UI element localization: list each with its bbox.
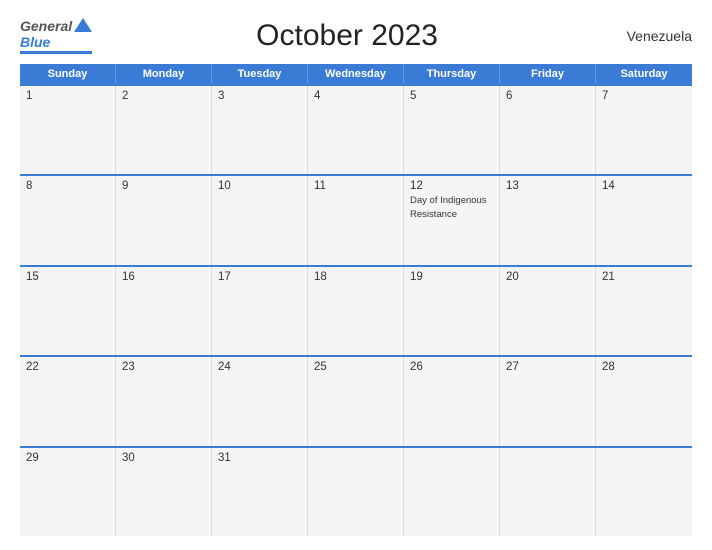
cal-cell-1-2: 2 <box>116 86 212 174</box>
cal-cell-5-7 <box>596 448 692 536</box>
header-wednesday: Wednesday <box>308 64 404 84</box>
week-row-1: 1 2 3 4 5 6 7 <box>20 84 692 174</box>
day-number: 7 <box>602 90 686 102</box>
header: General Blue October 2023 Venezuela <box>20 18 692 54</box>
logo-blue: Blue <box>20 34 50 50</box>
cal-cell-2-2: 9 <box>116 176 212 264</box>
calendar: Sunday Monday Tuesday Wednesday Thursday… <box>20 64 692 536</box>
cal-cell-2-4: 11 <box>308 176 404 264</box>
logo-underline <box>20 51 92 54</box>
event-label: Day of Indigenous Resistance <box>410 195 487 219</box>
week-row-3: 15 16 17 18 19 20 21 <box>20 265 692 355</box>
day-number: 12 <box>410 180 493 192</box>
day-number: 23 <box>122 361 205 373</box>
day-number: 27 <box>506 361 589 373</box>
cal-cell-4-5: 26 <box>404 357 500 445</box>
day-number: 18 <box>314 271 397 283</box>
day-number: 1 <box>26 90 109 102</box>
cal-cell-5-4 <box>308 448 404 536</box>
day-number: 20 <box>506 271 589 283</box>
cal-cell-3-7: 21 <box>596 267 692 355</box>
day-number: 6 <box>506 90 589 102</box>
day-number: 8 <box>26 180 109 192</box>
cal-cell-5-1: 29 <box>20 448 116 536</box>
header-sunday: Sunday <box>20 64 116 84</box>
day-number: 31 <box>218 452 301 464</box>
week-row-5: 29 30 31 <box>20 446 692 536</box>
week-row-4: 22 23 24 25 26 27 28 <box>20 355 692 445</box>
day-number: 28 <box>602 361 686 373</box>
cal-cell-1-3: 3 <box>212 86 308 174</box>
country-label: Venezuela <box>602 28 692 44</box>
cal-cell-1-7: 7 <box>596 86 692 174</box>
day-number: 16 <box>122 271 205 283</box>
day-number: 19 <box>410 271 493 283</box>
cal-cell-3-6: 20 <box>500 267 596 355</box>
calendar-header: Sunday Monday Tuesday Wednesday Thursday… <box>20 64 692 84</box>
day-number: 4 <box>314 90 397 102</box>
cal-cell-3-5: 19 <box>404 267 500 355</box>
cal-cell-4-4: 25 <box>308 357 404 445</box>
month-title: October 2023 <box>92 19 602 53</box>
cal-cell-4-2: 23 <box>116 357 212 445</box>
day-number: 5 <box>410 90 493 102</box>
cal-cell-3-1: 15 <box>20 267 116 355</box>
cal-cell-3-3: 17 <box>212 267 308 355</box>
day-number: 15 <box>26 271 109 283</box>
cal-cell-3-4: 18 <box>308 267 404 355</box>
logo: General Blue <box>20 18 92 54</box>
day-number: 26 <box>410 361 493 373</box>
cal-cell-1-5: 5 <box>404 86 500 174</box>
logo-triangle-icon <box>74 18 92 32</box>
cal-cell-4-3: 24 <box>212 357 308 445</box>
cal-cell-1-6: 6 <box>500 86 596 174</box>
day-number: 22 <box>26 361 109 373</box>
cal-cell-4-7: 28 <box>596 357 692 445</box>
day-number: 29 <box>26 452 109 464</box>
header-thursday: Thursday <box>404 64 500 84</box>
day-number: 10 <box>218 180 301 192</box>
header-monday: Monday <box>116 64 212 84</box>
day-number: 9 <box>122 180 205 192</box>
header-tuesday: Tuesday <box>212 64 308 84</box>
week-row-2: 8 9 10 11 12 Day of Indigenous Resistance 13 14 <box>20 174 692 264</box>
cal-cell-2-3: 10 <box>212 176 308 264</box>
calendar-body: 123456789101112Day of Indigenous Resista… <box>20 84 692 536</box>
calendar-page: General Blue October 2023 Venezuela Sund… <box>0 0 712 550</box>
cal-cell-3-2: 16 <box>116 267 212 355</box>
day-number: 2 <box>122 90 205 102</box>
cal-cell-5-5 <box>404 448 500 536</box>
day-number: 25 <box>314 361 397 373</box>
header-saturday: Saturday <box>596 64 692 84</box>
day-number: 24 <box>218 361 301 373</box>
day-number: 17 <box>218 271 301 283</box>
cal-cell-5-2: 30 <box>116 448 212 536</box>
logo-general: General <box>20 18 72 34</box>
day-number: 14 <box>602 180 686 192</box>
cal-cell-4-1: 22 <box>20 357 116 445</box>
day-number: 30 <box>122 452 205 464</box>
cal-cell-4-6: 27 <box>500 357 596 445</box>
cal-cell-5-3: 31 <box>212 448 308 536</box>
cal-cell-2-6: 13 <box>500 176 596 264</box>
day-number: 21 <box>602 271 686 283</box>
cal-cell-2-1: 8 <box>20 176 116 264</box>
cal-cell-1-1: 1 <box>20 86 116 174</box>
cal-cell-2-5: 12 Day of Indigenous Resistance <box>404 176 500 264</box>
cal-cell-5-6 <box>500 448 596 536</box>
cal-cell-2-7: 14 <box>596 176 692 264</box>
cal-cell-1-4: 4 <box>308 86 404 174</box>
day-number: 13 <box>506 180 589 192</box>
day-number: 11 <box>314 180 397 192</box>
header-friday: Friday <box>500 64 596 84</box>
day-number: 3 <box>218 90 301 102</box>
